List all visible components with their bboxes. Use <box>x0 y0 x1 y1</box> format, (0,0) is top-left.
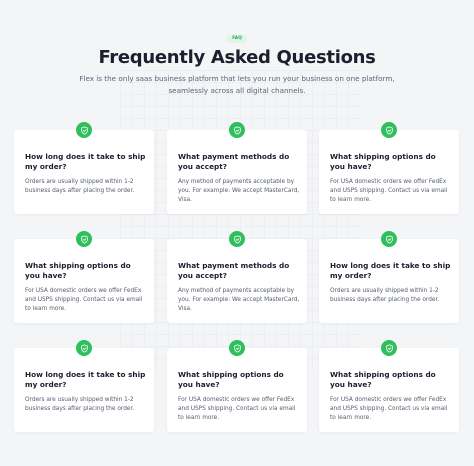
faq-answer: For USA domestic orders we offer FedEx a… <box>178 397 296 422</box>
shield-check-icon <box>76 122 92 138</box>
faq-answer: Any method of payments acceptable by you… <box>178 288 300 313</box>
faq-answer: Orders are usually shipped within 1-2 bu… <box>330 288 440 304</box>
page-subtitle: Flex is the only saas business platform … <box>79 74 395 95</box>
shield-check-icon <box>76 340 92 356</box>
faq-card[interactable]: What shipping options do you have? For U… <box>319 122 459 214</box>
shield-check-icon <box>229 122 245 138</box>
faq-card[interactable]: How long does it take to ship my order? … <box>319 231 459 323</box>
shield-check-icon <box>381 340 397 356</box>
faq-answer: For USA domestic orders we offer FedEx a… <box>25 288 143 313</box>
faq-answer: Orders are usually shipped within 1-2 bu… <box>25 397 135 413</box>
faq-question: What shipping options do you have? <box>330 152 436 171</box>
shield-check-icon <box>381 231 397 247</box>
faq-question: What shipping options do you have? <box>25 261 131 280</box>
shield-check-icon <box>229 231 245 247</box>
faq-question: What shipping options do you have? <box>330 370 436 389</box>
shield-check-icon <box>229 340 245 356</box>
faq-question: What payment methods do you accept? <box>178 261 290 280</box>
shield-check-icon <box>76 231 92 247</box>
faq-card[interactable]: What shipping options do you have? For U… <box>319 340 459 432</box>
faq-answer: For USA domestic orders we offer FedEx a… <box>330 397 448 422</box>
page-title: Frequently Asked Questions <box>98 47 376 68</box>
faq-card[interactable]: What payment methods do you accept? Any … <box>167 122 307 214</box>
shield-check-icon <box>381 122 397 138</box>
faq-answer: Any method of payments acceptable by you… <box>178 179 300 204</box>
faq-card[interactable]: What shipping options do you have? For U… <box>167 340 307 432</box>
faq-card[interactable]: What payment methods do you accept? Any … <box>167 231 307 323</box>
faq-question: What shipping options do you have? <box>178 370 284 389</box>
faq-eyebrow-badge: FAQ <box>227 35 247 43</box>
faq-card[interactable]: What shipping options do you have? For U… <box>14 231 154 323</box>
faq-answer: For USA domestic orders we offer FedEx a… <box>330 179 448 204</box>
faq-question: How long does it take to ship my order? <box>25 370 146 389</box>
faq-answer: Orders are usually shipped within 1-2 bu… <box>25 179 135 195</box>
faq-question: How long does it take to ship my order? <box>330 261 451 280</box>
faq-card[interactable]: How long does it take to ship my order? … <box>14 340 154 432</box>
faq-question: What payment methods do you accept? <box>178 152 290 171</box>
background-grid <box>120 70 360 370</box>
faq-card[interactable]: How long does it take to ship my order? … <box>14 122 154 214</box>
faq-question: How long does it take to ship my order? <box>25 152 146 171</box>
